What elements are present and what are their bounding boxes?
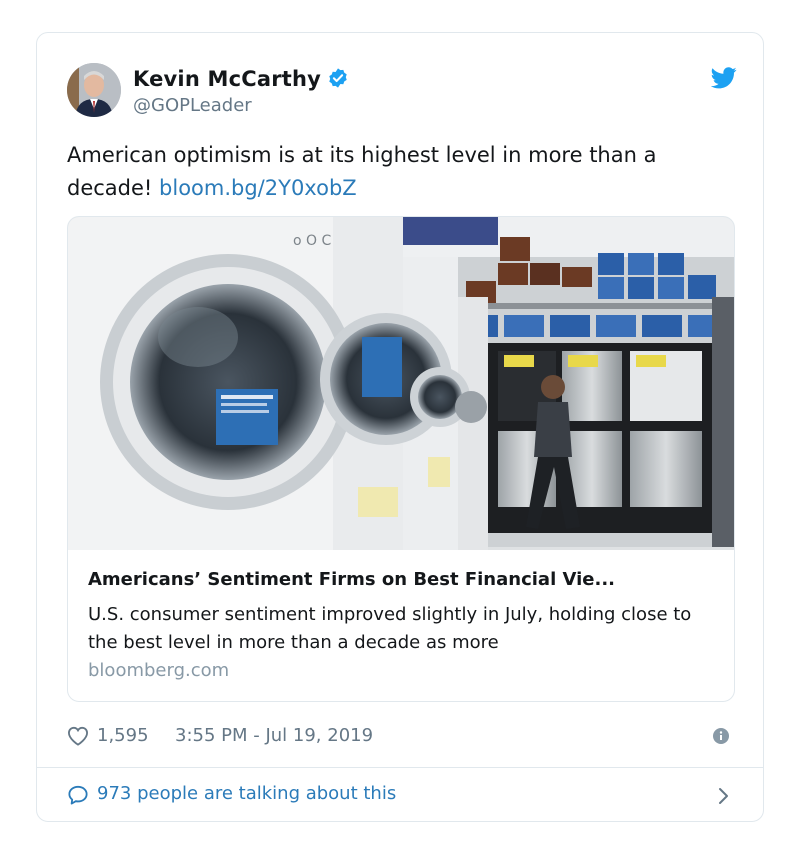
preview-image[interactable]: o O C: [68, 217, 734, 550]
preview-domain: bloomberg.com: [88, 660, 230, 681]
tweet-header: Kevin McCarthy @GOPLeader: [67, 63, 737, 119]
tweet-body: American optimism is at its highest leve…: [67, 143, 657, 200]
preview-description: U.S. consumer sentiment improved slightl…: [88, 604, 692, 653]
talking-count[interactable]: 973 people are talking about this: [97, 783, 396, 804]
speech-bubble-icon: [67, 785, 89, 810]
tweet-text: American optimism is at its highest leve…: [67, 139, 735, 205]
info-icon[interactable]: [713, 728, 729, 749]
tweet-meta: 1,595 3:55 PM - Jul 19, 2019: [67, 723, 735, 753]
tweet-link[interactable]: bloom.bg/2Y0xobZ: [159, 176, 357, 200]
twitter-bird-icon[interactable]: [710, 67, 737, 89]
svg-text:o O C: o O C: [293, 233, 331, 249]
conversation-link[interactable]: 973 people are talking about this: [67, 781, 735, 811]
author-name-text[interactable]: Kevin McCarthy: [133, 67, 321, 91]
verified-badge-icon: [327, 67, 349, 94]
tweet-timestamp[interactable]: 3:55 PM - Jul 19, 2019: [175, 725, 373, 746]
divider: [37, 767, 763, 768]
author-handle[interactable]: @GOPLeader: [133, 95, 252, 116]
link-preview-card[interactable]: o O C Americans’ Sentiment Firms on Best…: [67, 216, 735, 702]
author-avatar[interactable]: [67, 63, 121, 117]
author-name[interactable]: Kevin McCarthy: [133, 67, 349, 94]
like-count[interactable]: 1,595: [97, 725, 149, 746]
chevron-right-icon[interactable]: [717, 787, 729, 810]
preview-title[interactable]: Americans’ Sentiment Firms on Best Finan…: [88, 569, 718, 590]
tweet-embed-card: Kevin McCarthy @GOPLeader American optim…: [36, 32, 764, 822]
heart-icon[interactable]: [67, 726, 89, 751]
